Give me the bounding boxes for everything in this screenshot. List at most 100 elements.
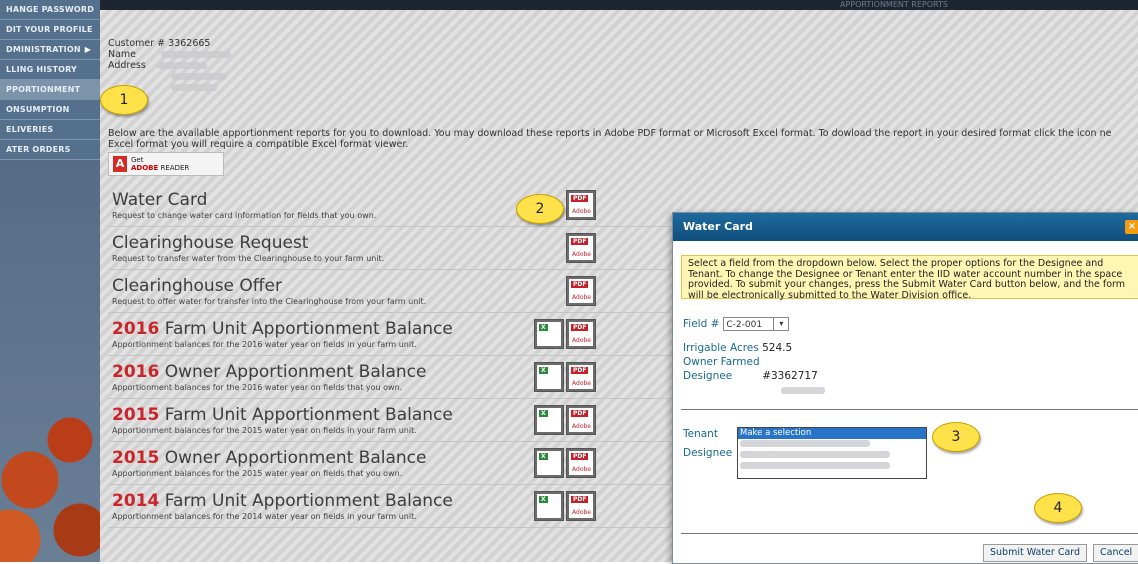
excel-download-icon[interactable]: X [534, 362, 564, 392]
adobe-product-text: READER [160, 164, 190, 172]
field-select-value: C-2-001 [726, 320, 763, 330]
irrigable-acres-label: Irrigable Acres [683, 342, 759, 354]
sidebar-item-deliveries[interactable]: ELIVERIES [0, 120, 100, 140]
report-row-2015-farm-unit: 2015 Farm Unit Apportionment Balance App… [108, 399, 670, 442]
sidebar-item-administration[interactable]: DMINISTRATION ▶ [0, 40, 100, 60]
sidebar-item-label: DMINISTRATION [6, 45, 81, 54]
report-title-text: Clearinghouse Request [112, 233, 309, 253]
report-row-2014-farm-unit: 2014 Farm Unit Apportionment Balance App… [108, 485, 670, 528]
adobe-brand-text: ADOBE [131, 164, 159, 172]
pdf-download-icon[interactable]: PDF Adobe [566, 405, 596, 435]
tenant-option-redacted[interactable] [738, 461, 926, 472]
pdf-badge: PDF [571, 367, 589, 374]
tenant-option[interactable]: Make a selection [738, 428, 926, 439]
report-description: Request to offer water for transfer into… [112, 297, 427, 306]
sidebar-item-consumption[interactable]: ONSUMPTION [0, 100, 100, 120]
report-year: 2016 [112, 319, 160, 339]
excel-download-icon[interactable]: X [534, 491, 564, 521]
report-title-text: Clearinghouse Offer [112, 276, 282, 296]
designee-label: Designee [683, 370, 733, 382]
divider [681, 533, 1138, 534]
intro-line: Below are the available apportionment re… [108, 128, 1112, 139]
redacted-address [171, 73, 227, 80]
pdf-download-icon[interactable]: PDF Adobe [566, 190, 596, 220]
pdf-download-icon[interactable]: PDF Adobe [566, 319, 596, 349]
report-description: Apportionment balances for the 2015 wate… [112, 426, 417, 435]
sidebar-item-apportionment[interactable]: PPORTIONMENT [0, 80, 100, 100]
get-adobe-reader-button[interactable]: A Get ADOBE READER [108, 152, 224, 176]
field-info: Irrigable Acres 524.5 Owner Farmed Desig… [683, 341, 825, 397]
pdf-label: Adobe [572, 380, 591, 387]
report-description: Apportionment balances for the 2016 wate… [112, 383, 403, 392]
report-title: 2016 Owner Apportionment Balance [112, 362, 426, 382]
pdf-badge: PDF [571, 195, 589, 202]
report-description: Apportionment balances for the 2016 wate… [112, 340, 417, 349]
pdf-download-icon[interactable]: PDF Adobe [566, 362, 596, 392]
callout-2: 2 [516, 194, 564, 224]
tenant-option-redacted[interactable] [738, 439, 926, 450]
excel-badge: X [539, 367, 548, 374]
report-title-text: Owner Apportionment Balance [159, 362, 427, 382]
report-description: Apportionment balances for the 2015 wate… [112, 469, 403, 478]
intro-line: Excel format you will require a compatib… [108, 139, 409, 150]
pdf-label: Adobe [572, 208, 591, 215]
pdf-badge: PDF [571, 496, 589, 503]
customer-name-label: Name [108, 49, 137, 60]
callout-3: 3 [932, 422, 980, 452]
pdf-label: Adobe [572, 294, 591, 301]
excel-download-icon[interactable]: X [534, 405, 564, 435]
sidebar-item-edit-profile[interactable]: DIT YOUR PROFILE [0, 20, 100, 40]
report-row-clearinghouse-offer: Clearinghouse Offer Request to offer wat… [108, 270, 670, 313]
redacted-address [156, 62, 207, 69]
pdf-badge: PDF [571, 410, 589, 417]
callout-1: 1 [100, 85, 148, 115]
tenant-option-redacted[interactable] [738, 450, 926, 461]
redacted-designee-name [781, 386, 825, 394]
excel-download-icon[interactable]: X [534, 448, 564, 478]
sidebar-item-water-orders[interactable]: ATER ORDERS [0, 140, 100, 160]
pdf-download-icon[interactable]: PDF Adobe [566, 448, 596, 478]
chevron-right-icon: ▶ [84, 45, 92, 54]
report-title: Clearinghouse Request [112, 233, 308, 253]
report-row-water-card: Water Card Request to change water card … [108, 184, 670, 227]
report-row-2016-farm-unit: 2016 Farm Unit Apportionment Balance App… [108, 313, 670, 356]
redacted-name [161, 51, 232, 58]
pdf-download-icon[interactable]: PDF Adobe [566, 276, 596, 306]
tenant-select-list[interactable]: Make a selection [737, 427, 927, 479]
pdf-label: Adobe [572, 251, 591, 258]
field-row: Field # C-2-001 ▾ [683, 317, 790, 331]
cancel-button[interactable]: Cancel [1093, 544, 1138, 562]
close-icon[interactable]: × [1125, 220, 1138, 234]
excel-badge: X [539, 324, 548, 331]
pdf-label: Adobe [572, 509, 591, 516]
report-title-text: Owner Apportionment Balance [159, 448, 427, 468]
tenant-label: Tenant [683, 428, 718, 440]
irrigable-acres-value: 524.5 [762, 342, 793, 354]
report-description: Apportionment balances for the 2014 wate… [112, 512, 417, 521]
customer-number: Customer # 3362665 [108, 38, 211, 49]
pdf-download-icon[interactable]: PDF Adobe [566, 491, 596, 521]
pdf-badge: PDF [571, 324, 589, 331]
adobe-get-text: Get [131, 156, 144, 164]
designee-value: #3362717 [762, 370, 818, 382]
field-select[interactable]: C-2-001 ▾ [723, 317, 790, 331]
report-year: 2015 [112, 405, 160, 425]
sidebar-item-billing-history[interactable]: LLING HISTORY [0, 60, 100, 80]
excel-download-icon[interactable]: X [534, 319, 564, 349]
report-year: 2014 [112, 491, 160, 511]
report-row-clearinghouse-request: Clearinghouse Request Request to transfe… [108, 227, 670, 270]
report-title-text: Farm Unit Apportionment Balance [159, 405, 453, 425]
customer-address-label: Address [108, 60, 146, 71]
sidebar-item-change-password[interactable]: HANGE PASSWORD [0, 0, 100, 20]
instructions-box: Select a field from the dropdown below. … [681, 255, 1138, 300]
pdf-label: Adobe [572, 337, 591, 344]
report-description: Request to transfer water from the Clear… [112, 254, 385, 263]
report-row-2015-owner: 2015 Owner Apportionment Balance Apporti… [108, 442, 670, 485]
adobe-reader-label: Get ADOBE READER [131, 156, 189, 172]
report-row-2016-owner: 2016 Owner Apportionment Balance Apporti… [108, 356, 670, 399]
report-year: 2016 [112, 362, 160, 382]
report-title-text: Farm Unit Apportionment Balance [159, 319, 453, 339]
submit-water-card-button[interactable]: Submit Water Card [983, 544, 1088, 562]
pdf-badge: PDF [571, 453, 589, 460]
pdf-download-icon[interactable]: PDF Adobe [566, 233, 596, 263]
